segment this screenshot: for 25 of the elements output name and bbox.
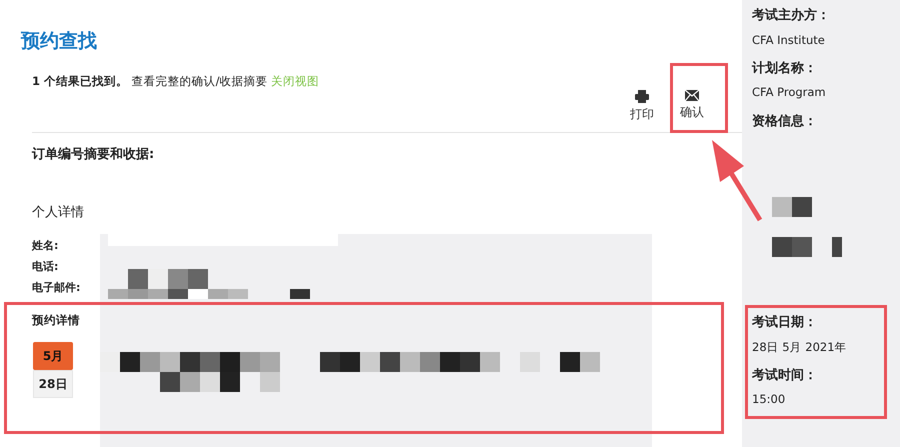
info-label: 计划名称： — [752, 60, 818, 78]
info-value: CFA Program — [752, 84, 827, 102]
print-button[interactable]: 打印 — [630, 90, 654, 122]
info-label: 资格信息： — [752, 112, 818, 130]
info-label: 考试日期： — [752, 314, 818, 332]
field-label: 姓名: — [32, 238, 60, 254]
info-value: 28日 5月 2021年 — [752, 338, 848, 356]
field-label: 电子邮件: — [32, 280, 80, 296]
section-heading: 预约详情 — [32, 314, 80, 328]
month-label: 5月 — [33, 342, 73, 370]
info-value: CFA Institute — [752, 32, 826, 48]
section-heading: 个人详情 — [32, 205, 84, 221]
print-icon — [635, 90, 649, 103]
result-count: 1 个结果已找到。 — [32, 74, 128, 88]
field-label: 电话: — [32, 259, 60, 275]
info-value: 15:00 — [752, 391, 786, 408]
confirm-button[interactable]: 确认 — [680, 90, 704, 122]
summary-text: 查看完整的确认/收据摘要 — [132, 74, 268, 88]
section-heading: 订单编号摘要和收据: — [32, 147, 154, 163]
mail-icon — [685, 90, 699, 101]
info-label: 考试主办方： — [752, 6, 831, 25]
day-label: 28日 — [33, 370, 73, 398]
highlight-box — [670, 63, 728, 133]
page-title: 预约查找 — [21, 30, 97, 53]
info-label: 考试时间： — [752, 366, 818, 385]
